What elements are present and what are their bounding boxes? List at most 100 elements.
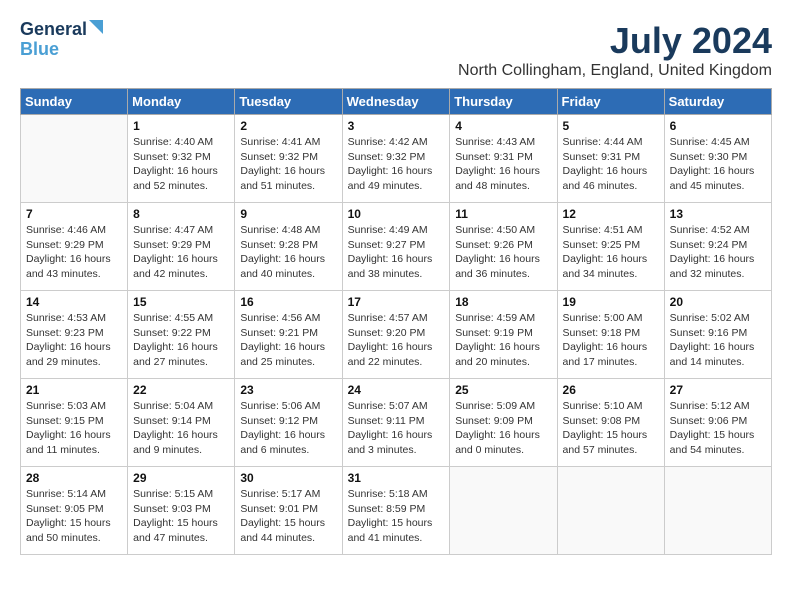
day-number: 3	[348, 119, 445, 133]
day-info: Sunrise: 4:45 AM Sunset: 9:30 PM Dayligh…	[670, 135, 766, 194]
day-number: 20	[670, 295, 766, 309]
day-number: 9	[240, 207, 336, 221]
calendar-cell: 22Sunrise: 5:04 AM Sunset: 9:14 PM Dayli…	[128, 379, 235, 467]
calendar-cell: 11 Sunrise: 4:50 AM Sunset: 9:26 PM Dayli…	[450, 203, 557, 291]
day-info: Sunrise: 4:44 AM Sunset: 9:31 PM Dayligh…	[563, 135, 659, 194]
calendar-cell: 19 Sunrise: 5:00 AM Sunset: 9:18 PM Dayli…	[557, 291, 664, 379]
header-friday: Friday	[557, 89, 664, 115]
week-row-3: 14 Sunrise: 4:53 AM Sunset: 9:23 PM Dayli…	[21, 291, 772, 379]
week-row-4: 21 Sunrise: 5:03 AM Sunset: 9:15 PM Dayli…	[21, 379, 772, 467]
calendar-cell: 12 Sunrise: 4:51 AM Sunset: 9:25 PM Dayli…	[557, 203, 664, 291]
header-tuesday: Tuesday	[235, 89, 342, 115]
day-info: Sunrise: 5:14 AM Sunset: 9:05 PM Dayligh…	[26, 487, 122, 546]
day-info: Sunrise: 5:04 AM Sunset: 9:14 PM Dayligh…	[133, 399, 229, 458]
day-number: 15	[133, 295, 229, 309]
calendar-cell: 17 Sunrise: 4:57 AM Sunset: 9:20 PM Dayli…	[342, 291, 450, 379]
day-number: 10	[348, 207, 445, 221]
day-info: Sunrise: 4:46 AM Sunset: 9:29 PM Dayligh…	[26, 223, 122, 282]
day-number: 23	[240, 383, 336, 397]
day-number: 12	[563, 207, 659, 221]
week-row-5: 28 Sunrise: 5:14 AM Sunset: 9:05 PM Dayli…	[21, 467, 772, 555]
day-number: 17	[348, 295, 445, 309]
calendar-cell: 5Sunrise: 4:44 AM Sunset: 9:31 PM Daylig…	[557, 115, 664, 203]
calendar-cell: 18 Sunrise: 4:59 AM Sunset: 9:19 PM Dayli…	[450, 291, 557, 379]
calendar-cell: 7 Sunrise: 4:46 AM Sunset: 9:29 PM Daylig…	[21, 203, 128, 291]
logo: GeneralBlue	[20, 20, 87, 60]
day-info: Sunrise: 5:17 AM Sunset: 9:01 PM Dayligh…	[240, 487, 336, 546]
day-number: 7	[26, 207, 122, 221]
day-number: 24	[348, 383, 445, 397]
calendar-cell: 30 Sunrise: 5:17 AM Sunset: 9:01 PM Dayli…	[235, 467, 342, 555]
calendar-cell: 6Sunrise: 4:45 AM Sunset: 9:30 PM Daylig…	[664, 115, 771, 203]
day-number: 30	[240, 471, 336, 485]
calendar-cell: 3 Sunrise: 4:42 AM Sunset: 9:32 PM Daylig…	[342, 115, 450, 203]
calendar-table: SundayMondayTuesdayWednesdayThursdayFrid…	[20, 88, 772, 555]
calendar-cell: 20Sunrise: 5:02 AM Sunset: 9:16 PM Dayli…	[664, 291, 771, 379]
calendar-cell: 25 Sunrise: 5:09 AM Sunset: 9:09 PM Dayli…	[450, 379, 557, 467]
title-section: July 2024 North Collingham, England, Uni…	[458, 20, 772, 80]
day-number: 19	[563, 295, 659, 309]
header-thursday: Thursday	[450, 89, 557, 115]
day-info: Sunrise: 5:09 AM Sunset: 9:09 PM Dayligh…	[455, 399, 551, 458]
day-number: 4	[455, 119, 551, 133]
day-info: Sunrise: 4:59 AM Sunset: 9:19 PM Dayligh…	[455, 311, 551, 370]
calendar-cell: 24 Sunrise: 5:07 AM Sunset: 9:11 PM Dayli…	[342, 379, 450, 467]
calendar-cell: 23 Sunrise: 5:06 AM Sunset: 9:12 PM Dayli…	[235, 379, 342, 467]
day-info: Sunrise: 4:52 AM Sunset: 9:24 PM Dayligh…	[670, 223, 766, 282]
day-number: 26	[563, 383, 659, 397]
day-number: 25	[455, 383, 551, 397]
header-monday: Monday	[128, 89, 235, 115]
calendar-cell: 8Sunrise: 4:47 AM Sunset: 9:29 PM Daylig…	[128, 203, 235, 291]
calendar-cell	[21, 115, 128, 203]
month-year-title: July 2024	[458, 20, 772, 62]
logo-text: GeneralBlue	[20, 19, 87, 59]
day-number: 28	[26, 471, 122, 485]
day-info: Sunrise: 5:06 AM Sunset: 9:12 PM Dayligh…	[240, 399, 336, 458]
day-info: Sunrise: 5:07 AM Sunset: 9:11 PM Dayligh…	[348, 399, 445, 458]
calendar-cell: 14 Sunrise: 4:53 AM Sunset: 9:23 PM Dayli…	[21, 291, 128, 379]
calendar-cell: 9 Sunrise: 4:48 AM Sunset: 9:28 PM Daylig…	[235, 203, 342, 291]
location-subtitle: North Collingham, England, United Kingdo…	[458, 62, 772, 80]
day-info: Sunrise: 4:43 AM Sunset: 9:31 PM Dayligh…	[455, 135, 551, 194]
calendar-cell: 4 Sunrise: 4:43 AM Sunset: 9:31 PM Daylig…	[450, 115, 557, 203]
calendar-cell: 15 Sunrise: 4:55 AM Sunset: 9:22 PM Dayli…	[128, 291, 235, 379]
week-row-1: 1 Sunrise: 4:40 AM Sunset: 9:32 PM Daylig…	[21, 115, 772, 203]
day-info: Sunrise: 5:18 AM Sunset: 8:59 PM Dayligh…	[348, 487, 445, 546]
page-header: GeneralBlue July 2024 North Collingham, …	[20, 20, 772, 80]
day-number: 2	[240, 119, 336, 133]
day-info: Sunrise: 4:41 AM Sunset: 9:32 PM Dayligh…	[240, 135, 336, 194]
calendar-cell	[664, 467, 771, 555]
calendar-cell: 1 Sunrise: 4:40 AM Sunset: 9:32 PM Daylig…	[128, 115, 235, 203]
day-number: 16	[240, 295, 336, 309]
day-info: Sunrise: 4:42 AM Sunset: 9:32 PM Dayligh…	[348, 135, 445, 194]
day-info: Sunrise: 5:12 AM Sunset: 9:06 PM Dayligh…	[670, 399, 766, 458]
day-number: 31	[348, 471, 445, 485]
calendar-cell: 29Sunrise: 5:15 AM Sunset: 9:03 PM Dayli…	[128, 467, 235, 555]
day-info: Sunrise: 4:48 AM Sunset: 9:28 PM Dayligh…	[240, 223, 336, 282]
day-info: Sunrise: 5:10 AM Sunset: 9:08 PM Dayligh…	[563, 399, 659, 458]
day-info: Sunrise: 4:50 AM Sunset: 9:26 PM Dayligh…	[455, 223, 551, 282]
day-info: Sunrise: 5:15 AM Sunset: 9:03 PM Dayligh…	[133, 487, 229, 546]
day-info: Sunrise: 4:40 AM Sunset: 9:32 PM Dayligh…	[133, 135, 229, 194]
day-info: Sunrise: 4:57 AM Sunset: 9:20 PM Dayligh…	[348, 311, 445, 370]
calendar-cell: 10 Sunrise: 4:49 AM Sunset: 9:27 PM Dayli…	[342, 203, 450, 291]
day-number: 18	[455, 295, 551, 309]
day-number: 11	[455, 207, 551, 221]
day-info: Sunrise: 4:56 AM Sunset: 9:21 PM Dayligh…	[240, 311, 336, 370]
calendar-cell: 26 Sunrise: 5:10 AM Sunset: 9:08 PM Dayli…	[557, 379, 664, 467]
day-info: Sunrise: 4:51 AM Sunset: 9:25 PM Dayligh…	[563, 223, 659, 282]
calendar-header-row: SundayMondayTuesdayWednesdayThursdayFrid…	[21, 89, 772, 115]
day-number: 14	[26, 295, 122, 309]
day-info: Sunrise: 5:00 AM Sunset: 9:18 PM Dayligh…	[563, 311, 659, 370]
day-number: 1	[133, 119, 229, 133]
calendar-cell: 13Sunrise: 4:52 AM Sunset: 9:24 PM Dayli…	[664, 203, 771, 291]
day-info: Sunrise: 4:55 AM Sunset: 9:22 PM Dayligh…	[133, 311, 229, 370]
calendar-cell: 28 Sunrise: 5:14 AM Sunset: 9:05 PM Dayli…	[21, 467, 128, 555]
calendar-cell: 21 Sunrise: 5:03 AM Sunset: 9:15 PM Dayli…	[21, 379, 128, 467]
day-info: Sunrise: 4:49 AM Sunset: 9:27 PM Dayligh…	[348, 223, 445, 282]
day-info: Sunrise: 4:53 AM Sunset: 9:23 PM Dayligh…	[26, 311, 122, 370]
day-info: Sunrise: 5:03 AM Sunset: 9:15 PM Dayligh…	[26, 399, 122, 458]
week-row-2: 7 Sunrise: 4:46 AM Sunset: 9:29 PM Daylig…	[21, 203, 772, 291]
header-wednesday: Wednesday	[342, 89, 450, 115]
day-number: 21	[26, 383, 122, 397]
